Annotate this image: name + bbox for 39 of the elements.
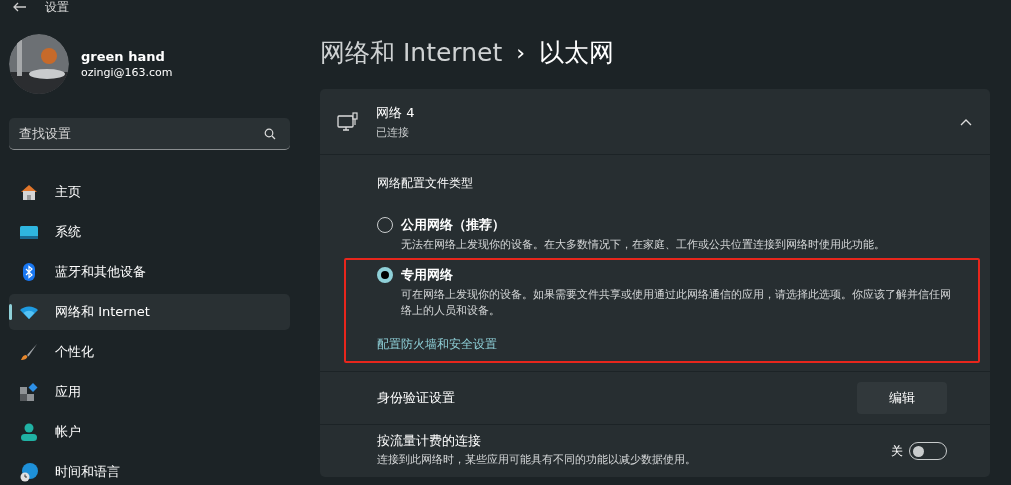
sidebar-item[interactable]: 个性化 (9, 334, 290, 370)
house-icon (19, 182, 39, 202)
chevron-icon[interactable] (960, 117, 972, 126)
metered-description: 连接到此网络时，某些应用可能具有不同的功能以减少数据使用。 (377, 453, 696, 467)
firewall-link[interactable]: 配置防火墙和安全设置 (377, 336, 972, 353)
breadcrumb-separator: › (516, 39, 526, 65)
search-field[interactable]: 查找设置 (9, 118, 290, 150)
sidebar-item[interactable]: 时间和语言 (9, 454, 290, 485)
sidebar-item[interactable]: 网络和 Internet (9, 294, 290, 330)
breadcrumb-parent[interactable]: 网络和 Internet (320, 35, 503, 69)
user-name: green hand (81, 49, 166, 64)
page-title: 以太网 (539, 36, 615, 69)
sidebar-item[interactable]: 系统 (9, 214, 290, 250)
sidebar-item[interactable]: 应用 (9, 374, 290, 410)
option-title: 公用网络（推荐） (401, 216, 506, 234)
metered-title: 按流量计费的连接 (377, 433, 482, 450)
edit-button[interactable]: 编辑 (857, 382, 947, 414)
user-email: ozingi@163.com (81, 66, 173, 79)
option-title: 专用网络 (401, 266, 454, 284)
sidebar-item[interactable]: 主页 (9, 174, 290, 210)
option-description: 可在网络上发现你的设备。如果需要文件共享或使用通过此网络通信的应用，请选择此选项。你应该了解并信任网络上的人员和设备。 (401, 287, 952, 318)
window-title: 设置 (45, 0, 69, 16)
back-icon[interactable] (13, 2, 27, 12)
network-header[interactable]: 网络 4 已连接 (320, 89, 990, 155)
network-status: 已连接 (376, 124, 410, 140)
apps-icon (19, 382, 39, 402)
radio-button[interactable] (377, 267, 393, 283)
section-heading: 网络配置文件类型 (376, 175, 474, 192)
auth-label: 身份验证设置 (377, 389, 455, 407)
network-name: 网络 4 (376, 103, 416, 122)
sidebar-item[interactable]: 帐户 (9, 414, 290, 450)
avatar (9, 34, 69, 94)
wired-pc-icon (337, 110, 359, 133)
person-icon (19, 422, 39, 442)
sidebar-item[interactable]: 蓝牙和其他设备 (9, 254, 290, 290)
option-description: 无法在网络上发现你的设备。在大多数情况下，在家庭、工作或公共位置连接到网络时使用此功能。 (401, 237, 885, 252)
search-icon (264, 128, 276, 140)
toggle-label: 关 (891, 442, 903, 460)
globe-clock-icon (19, 462, 39, 482)
